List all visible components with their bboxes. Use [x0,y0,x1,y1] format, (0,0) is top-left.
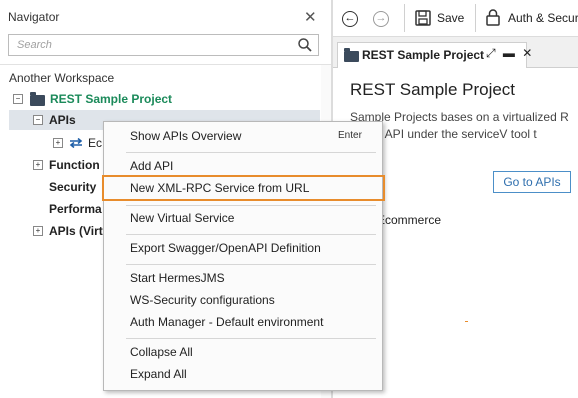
menu-item-new-virtual-service[interactable]: New Virtual Service [105,207,381,229]
functional-label: Function [49,158,100,172]
menu-item-label: New Virtual Service [130,211,235,225]
apis-label: APIs [49,113,76,127]
back-icon[interactable]: ← [342,11,358,27]
menu-item-label: Auth Manager - Default environment [130,315,324,329]
apis-virt-label: APIs (Virt [49,224,103,238]
auth-security-button[interactable]: Auth & Secur [508,11,578,25]
tab-rest-sample-project[interactable]: REST Sample Project ⤢ ▬ ✕ [337,42,532,68]
navigator-title: Navigator [8,10,60,24]
tree-item-project[interactable]: − REST Sample Project [0,88,320,110]
tab-window-controls[interactable]: ⤢ ▬ ✕ [486,46,534,61]
ecommerce-link[interactable]: Ecommerce [357,213,442,227]
menu-item-collapse-all[interactable]: Collapse All [105,341,381,363]
search-icon[interactable] [297,37,313,53]
ecommerce-label: Ecommerce [377,213,442,227]
collapse-icon[interactable]: − [13,94,23,104]
menu-separator [126,338,376,339]
menu-item-label: Export Swagger/OpenAPI Definition [130,241,321,255]
menu-item-label: Expand All [130,367,187,381]
performance-label: Performa [49,202,102,216]
close-icon[interactable]: ✕ [304,8,317,26]
menu-item-auth-manager[interactable]: Auth Manager - Default environment [105,311,381,333]
decorative-mark [465,321,468,322]
menu-item-start-hermesjms[interactable]: Start HermesJMS [105,267,381,289]
editor-tab-bar: REST Sample Project ⤢ ▬ ✕ [333,37,578,68]
menu-item-shortcut: Enter [338,130,362,141]
toolbar-separator [404,4,405,32]
toolbar-separator [475,4,476,32]
menu-separator [126,264,376,265]
exchange-arrows-icon [69,138,83,148]
expand-icon[interactable]: + [33,160,43,170]
toolbar: ← → Save Auth & Secur [333,0,578,37]
page-title: REST Sample Project [350,80,516,99]
menu-item-export-swagger[interactable]: Export Swagger/OpenAPI Definition [105,237,381,259]
menu-separator [126,152,376,153]
collapse-icon[interactable]: − [33,115,43,125]
menu-item-ws-security[interactable]: WS-Security configurations [105,289,381,311]
menu-item-add-api[interactable]: Add API [105,155,381,177]
menu-item-new-xml-rpc-service[interactable]: New XML-RPC Service from URL [102,175,385,201]
security-label: Security [49,180,97,194]
search-input[interactable]: Search [8,34,319,56]
folder-icon [344,48,359,62]
menu-separator [126,205,376,206]
save-button[interactable]: Save [437,11,464,25]
ecommerce-label: Ec [88,136,103,150]
menu-item-label: New XML-RPC Service from URL [130,181,310,195]
divider [0,64,331,65]
menu-item-label: Add API [130,159,174,173]
menu-item-label: Collapse All [130,345,193,359]
context-menu: Show APIs Overview Enter Add API New XML… [102,121,385,391]
menu-item-expand-all[interactable]: Expand All [105,363,381,385]
search-placeholder: Search [17,39,52,51]
navigator-header: Navigator ✕ [0,0,331,32]
menu-separator [126,234,376,235]
menu-item-show-apis-overview[interactable]: Show APIs Overview Enter [105,125,381,147]
lock-icon[interactable] [486,9,500,26]
expand-icon[interactable]: + [33,226,43,236]
workspace-label: Another Workspace [9,71,115,85]
folder-icon [30,92,45,106]
menu-item-label: Show APIs Overview [130,129,242,143]
forward-icon[interactable]: → [373,11,389,27]
menu-item-label: Start HermesJMS [130,271,225,285]
expand-icon[interactable]: + [53,138,63,148]
save-icon[interactable] [415,10,431,26]
tab-label: REST Sample Project [362,48,485,62]
menu-item-label: WS-Security configurations [130,293,275,307]
project-label: REST Sample Project [50,92,173,106]
go-to-apis-button[interactable]: Go to APIs [493,171,571,193]
